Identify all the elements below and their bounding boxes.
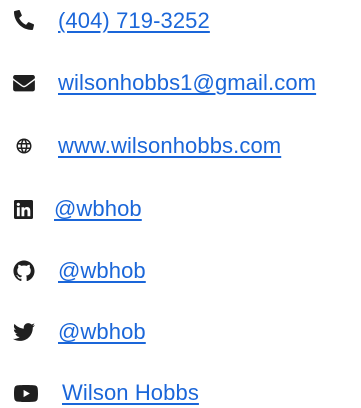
contact-list: (404) 719-3252 wilsonhobbs1@gmail.com ww… bbox=[0, 0, 361, 405]
twitter-link[interactable]: @wbhob bbox=[58, 317, 146, 347]
contact-item-github: @wbhob bbox=[0, 256, 361, 286]
contact-item-twitter: @wbhob bbox=[0, 317, 361, 347]
envelope-icon bbox=[13, 75, 35, 92]
globe-icon bbox=[15, 137, 33, 155]
github-icon bbox=[13, 260, 35, 282]
youtube-link[interactable]: Wilson Hobbs bbox=[62, 378, 199, 408]
linkedin-link[interactable]: @wbhob bbox=[54, 194, 142, 224]
contact-item-linkedin: @wbhob bbox=[0, 194, 361, 224]
contact-item-youtube: Wilson Hobbs bbox=[0, 378, 361, 408]
github-link[interactable]: @wbhob bbox=[58, 256, 146, 286]
twitter-icon bbox=[13, 323, 35, 341]
email-link[interactable]: wilsonhobbs1@gmail.com bbox=[58, 68, 316, 98]
contact-item-website: www.wilsonhobbs.com bbox=[0, 131, 361, 161]
linkedin-icon bbox=[14, 200, 33, 219]
website-link[interactable]: www.wilsonhobbs.com bbox=[58, 131, 281, 161]
youtube-icon bbox=[14, 385, 38, 402]
phone-link[interactable]: (404) 719-3252 bbox=[58, 6, 210, 36]
contact-item-email: wilsonhobbs1@gmail.com bbox=[0, 68, 361, 98]
contact-item-phone: (404) 719-3252 bbox=[0, 6, 361, 36]
phone-icon bbox=[14, 10, 34, 30]
